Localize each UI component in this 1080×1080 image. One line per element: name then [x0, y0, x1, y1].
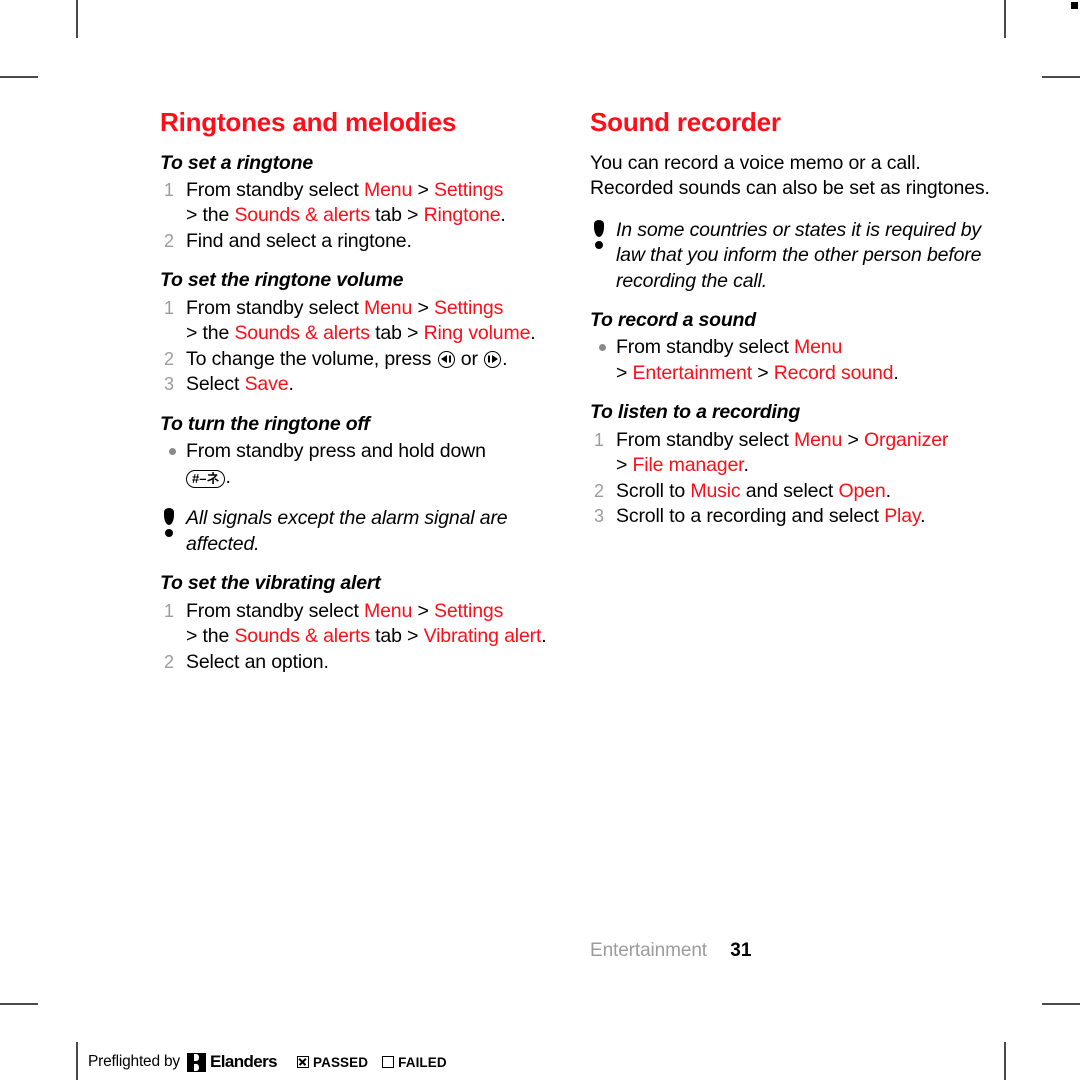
note-text: All signals except the alarm signal are …	[186, 507, 508, 555]
failed-checkbox-icon	[382, 1056, 395, 1068]
step-text: Find and select a ringtone.	[186, 229, 412, 252]
preflight-brand-name: Elanders	[209, 1052, 278, 1071]
step-number: 2	[164, 230, 174, 251]
right-column: Sound recorder You can record a voice me…	[590, 108, 990, 530]
step-item: 1 From standby select Menu > Settings > t…	[160, 296, 560, 347]
page-title-sound-recorder: Sound recorder	[590, 107, 781, 137]
failed-label: FAILED	[398, 1054, 447, 1070]
step-text: From standby select Menu > Settings > the…	[186, 296, 536, 345]
step-number: 2	[594, 480, 604, 501]
procedure-heading-listen-recording: To listen to a recording	[590, 401, 801, 424]
step-item: From standby select Menu > Entertainment …	[590, 335, 990, 386]
caution-note-alarm: All signals except the alarm signal are …	[160, 506, 560, 557]
steps-listen-recording: 1 From standby select Menu > Organizer > …	[590, 428, 990, 530]
step-text: Scroll to a recording and select Play.	[616, 505, 926, 528]
procedure-heading-record-sound: To record a sound	[590, 309, 756, 332]
hash-key-icon: #–ネ	[186, 469, 226, 488]
step-text: Select an option.	[186, 650, 329, 673]
note-text: In some countries or states it is requir…	[616, 218, 982, 292]
steps-ringtone-off: From standby press and hold down #–ネ.	[160, 439, 560, 490]
step-item: 1 From standby select Menu > Organizer > …	[590, 428, 990, 479]
step-number: 3	[164, 374, 174, 395]
step-item: 3 Select Save.	[160, 372, 560, 398]
preflight-passed-group: PASSED FAILED	[297, 1055, 461, 1070]
step-item: 2 Scroll to Music and select Open.	[590, 479, 990, 505]
preflight-stamp: Preflighted by Elanders PASSED FAILED	[88, 1052, 461, 1072]
step-item: 2 To change the volume, press or .	[160, 347, 560, 373]
step-text: From standby select Menu > Organizer > Fi…	[616, 428, 949, 477]
step-text: Scroll to Music and select Open.	[616, 479, 891, 502]
step-text: From standby select Menu > Settings > the…	[186, 599, 547, 648]
step-text: Select Save.	[186, 373, 294, 396]
steps-record-sound: From standby select Menu > Entertainment …	[590, 335, 990, 386]
elanders-logo-icon	[186, 1052, 206, 1072]
step-text: To change the volume, press or .	[186, 347, 508, 370]
step-number: 3	[594, 506, 604, 527]
step-item: 2 Select an option.	[160, 650, 560, 676]
step-number: 1	[594, 429, 604, 450]
step-item: 2 Find and select a ringtone.	[160, 229, 560, 255]
step-number: 1	[164, 179, 174, 200]
intro-paragraph: You can record a voice memo or a call. R…	[590, 151, 990, 200]
preflight-lead-text: Preflighted by	[88, 1053, 180, 1070]
passed-checkbox-icon	[297, 1056, 309, 1068]
procedure-heading-ringtone-volume: To set the ringtone volume	[160, 269, 404, 292]
step-number: 1	[164, 297, 174, 318]
step-text: From standby press and hold down #–ネ.	[186, 440, 486, 488]
manual-page: Ringtones and melodies To set a ringtone…	[0, 0, 1080, 1080]
navigation-key-right-icon	[484, 350, 502, 368]
left-column: Ringtones and melodies To set a ringtone…	[160, 108, 560, 675]
step-item: 3 Scroll to a recording and select Play.	[590, 504, 990, 530]
procedure-heading-set-ringtone: To set a ringtone	[160, 151, 313, 174]
steps-vibrating-alert: 1 From standby select Menu > Settings > t…	[160, 599, 560, 676]
caution-note-recording-law: In some countries or states it is requir…	[590, 218, 990, 295]
page-number: 31	[730, 940, 752, 961]
page-title-ringtones: Ringtones and melodies	[160, 107, 457, 137]
procedure-heading-ringtone-off: To turn the ringtone off	[160, 412, 370, 435]
steps-ringtone-volume: 1 From standby select Menu > Settings > t…	[160, 296, 560, 398]
step-text: From standby select Menu > Settings > the…	[186, 178, 506, 227]
navigation-key-left-icon	[437, 350, 455, 368]
step-item: 1 From standby select Menu > Settings > t…	[160, 178, 560, 229]
step-item: From standby press and hold down #–ネ.	[160, 439, 560, 490]
step-item: 1 From standby select Menu > Settings > t…	[160, 599, 560, 650]
passed-label: PASSED	[313, 1054, 369, 1070]
procedure-heading-vibrating-alert: To set the vibrating alert	[160, 572, 381, 595]
page-folio: Entertainment 31	[590, 940, 990, 962]
step-text: From standby select Menu > Entertainment …	[616, 336, 899, 384]
step-number: 1	[164, 600, 174, 621]
steps-set-ringtone: 1 From standby select Menu > Settings > t…	[160, 178, 560, 255]
exclamation-icon	[162, 508, 176, 538]
step-number: 2	[164, 348, 174, 369]
exclamation-icon	[592, 219, 606, 250]
bullet-marker	[169, 448, 176, 456]
step-number: 2	[164, 651, 174, 672]
chapter-name: Entertainment	[590, 940, 707, 961]
bullet-marker	[599, 344, 606, 352]
